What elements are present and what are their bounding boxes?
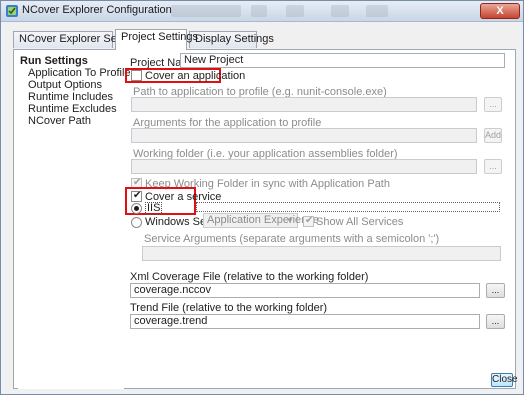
project-settings-panel: Run Settings Application To Profile Outp… (13, 49, 516, 389)
tab-project-settings[interactable]: Project Settings (115, 29, 198, 50)
trend-file-label: Trend File (relative to the working fold… (130, 302, 328, 314)
xml-coverage-input[interactable]: coverage.nccov (130, 283, 480, 298)
iis-radio[interactable] (131, 203, 142, 214)
tab-label: Display Settings (195, 33, 274, 45)
project-name-input[interactable]: New Project (180, 53, 505, 68)
background-toolbar-ghost (171, 5, 241, 17)
service-args-input[interactable] (142, 246, 501, 261)
tree-item-ncover-path[interactable]: NCover Path (28, 115, 91, 127)
tree-item-runtime-includes[interactable]: Runtime Includes (28, 91, 113, 103)
xml-coverage-browse-button[interactable]: ... (486, 283, 505, 298)
windows-service-radio[interactable] (131, 217, 142, 228)
app-args-add-button[interactable]: Add (484, 128, 502, 143)
iis-label: IIS (145, 202, 163, 215)
cover-application-label: Cover an application (145, 70, 246, 82)
tree-item-runtime-excludes[interactable]: Runtime Excludes (28, 103, 117, 115)
configuration-window: NCover Explorer Configuration X NCover E… (0, 0, 524, 395)
background-toolbar-ghost (331, 5, 349, 17)
chevron-down-icon: ▼ (286, 216, 294, 225)
trend-file-browse-button[interactable]: ... (486, 314, 505, 329)
app-path-input[interactable] (131, 97, 477, 112)
service-args-label: Service Arguments (separate arguments wi… (144, 233, 440, 245)
ncover-app-icon (6, 5, 18, 17)
close-icon: X (496, 5, 504, 17)
settings-tree: Run Settings Application To Profile Outp… (18, 52, 131, 389)
cover-service-checkbox[interactable] (131, 190, 142, 202)
tree-item-output-options[interactable]: Output Options (28, 79, 102, 91)
tree-item-application-to-profile[interactable]: Application To Profile (28, 67, 131, 79)
show-all-services-label: Show All Services (316, 216, 404, 228)
background-toolbar-ghost (251, 5, 267, 17)
iis-focus-rect (196, 202, 500, 212)
windows-service-dropdown[interactable]: Application Experience ▼ (203, 213, 319, 228)
working-folder-input[interactable] (131, 159, 477, 174)
xml-coverage-label: Xml Coverage File (relative to the worki… (130, 271, 369, 283)
working-folder-browse-button[interactable]: ... (484, 159, 502, 174)
title-bar[interactable]: NCover Explorer Configuration X (1, 1, 523, 22)
trend-file-input[interactable]: coverage.trend (130, 314, 480, 329)
app-path-browse-button[interactable]: ... (484, 97, 502, 112)
tab-label: Project Settings (121, 31, 199, 43)
window-title: NCover Explorer Configuration (22, 4, 172, 16)
app-args-input[interactable] (131, 128, 477, 143)
window-close-button[interactable]: X (480, 3, 520, 19)
tab-display-settings[interactable]: Display Settings (189, 31, 274, 48)
close-button[interactable]: Close (491, 373, 518, 387)
background-toolbar-ghost (286, 5, 304, 17)
tree-root-run-settings[interactable]: Run Settings (20, 55, 88, 67)
show-all-services-checkbox[interactable] (303, 215, 314, 227)
cover-application-checkbox[interactable] (131, 70, 142, 81)
client-area: NCover Explorer Settings Project Setting… (5, 23, 519, 391)
tab-ncover-explorer-settings[interactable]: NCover Explorer Settings (13, 31, 143, 48)
background-toolbar-ghost (366, 5, 388, 17)
